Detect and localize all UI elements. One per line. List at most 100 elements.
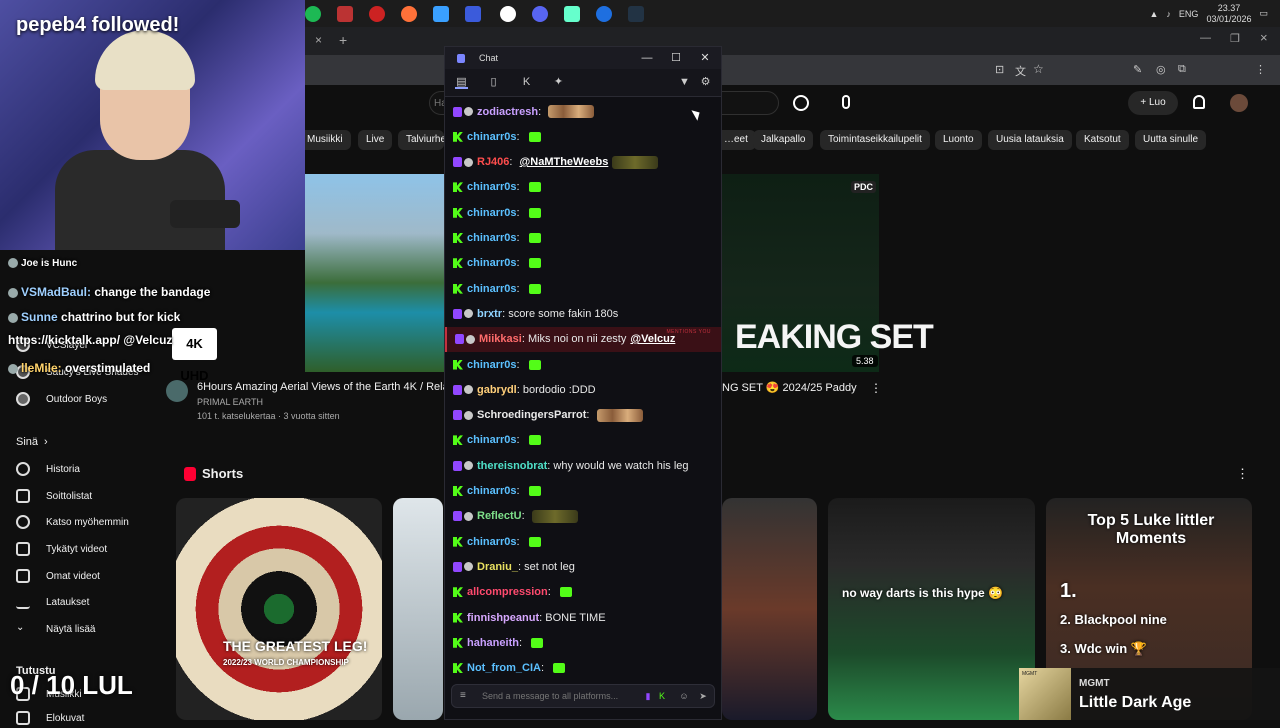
chip-winter-sports[interactable]: Talviurheilu bbox=[398, 130, 444, 150]
chat-message-list[interactable]: zodiactresh: chinarr0s: RJ406: @NaMTheWe… bbox=[445, 97, 721, 682]
bell-icon[interactable] bbox=[1193, 95, 1205, 109]
chat-username[interactable]: chinarr0s bbox=[467, 207, 517, 219]
chat-message[interactable]: chinarr0s: bbox=[445, 352, 721, 377]
chip-nature[interactable]: Luonto bbox=[935, 130, 982, 150]
chat-message[interactable]: Miikkasi: Miks noi on nii zesty@VelcuzME… bbox=[445, 327, 721, 352]
video-title[interactable]: 6Hours Amazing Aerial Views of the Earth… bbox=[197, 381, 449, 393]
sidebar-item-films[interactable]: Elokuvat bbox=[16, 708, 84, 728]
chat-username[interactable]: chinarr0s bbox=[467, 485, 517, 497]
chat-message[interactable]: finnishpeanut: BONE TIME bbox=[445, 605, 721, 630]
kick-tab-icon[interactable]: K bbox=[520, 76, 533, 89]
chat-message[interactable]: allcompression: bbox=[445, 580, 721, 605]
obs-icon[interactable] bbox=[369, 6, 385, 22]
sidebar-heading-you[interactable]: Sinä› bbox=[16, 432, 48, 452]
chat-message[interactable]: chinarr0s: bbox=[445, 428, 721, 453]
chat-username[interactable]: chinarr0s bbox=[467, 283, 517, 295]
chat-app-icon[interactable] bbox=[465, 6, 481, 22]
minimize-button[interactable]: — bbox=[633, 47, 661, 69]
filter-icon[interactable]: ▼ bbox=[678, 76, 691, 89]
chat-titlebar[interactable]: Chat — ☐ ✕ bbox=[445, 47, 721, 69]
language-indicator[interactable]: ENG bbox=[1179, 9, 1199, 19]
chat-message[interactable]: SchroedingersParrot: bbox=[445, 403, 721, 428]
chat-message[interactable]: Draniu_: set not leg bbox=[445, 554, 721, 579]
chat-message[interactable]: gabrydl: bordodio :DDD bbox=[445, 377, 721, 402]
clock[interactable]: 23.37 03/01/2026 bbox=[1206, 3, 1251, 25]
install-icon[interactable]: ⊡ bbox=[995, 63, 1004, 76]
short-card[interactable] bbox=[722, 498, 817, 720]
maximize-icon[interactable]: ❐ bbox=[1230, 32, 1240, 45]
chat-username[interactable]: chinarr0s bbox=[467, 359, 517, 371]
chat-username[interactable]: gabrydl bbox=[477, 384, 517, 396]
chat-message[interactable]: chinarr0s: bbox=[445, 226, 721, 251]
channel-avatar[interactable] bbox=[166, 380, 188, 402]
chip-new-uploads[interactable]: Uusia latauksia bbox=[988, 130, 1072, 150]
chat-message[interactable]: hahaneith: bbox=[445, 630, 721, 655]
translate-icon[interactable]: 文 bbox=[1015, 63, 1026, 79]
chat-message[interactable]: chinarr0s: bbox=[445, 124, 721, 149]
menu-icon[interactable]: ≡ bbox=[460, 691, 470, 701]
chat-mention[interactable]: @NaMTheWeebs bbox=[520, 156, 609, 168]
menu-dots-icon[interactable]: ⋮ bbox=[1255, 63, 1266, 76]
sidebar-item-your-videos[interactable]: Omat videot bbox=[16, 566, 100, 586]
chat-message[interactable]: chinarr0s: bbox=[445, 276, 721, 301]
chat-message[interactable]: brxtr: score some fakin 180s bbox=[445, 301, 721, 326]
extension-icon[interactable]: ✎ bbox=[1133, 63, 1142, 76]
maximize-button[interactable]: ☐ bbox=[662, 47, 690, 69]
chat-username[interactable]: chinarr0s bbox=[467, 131, 517, 143]
sidebar-item-outdoor-boys[interactable]: Outdoor Boys bbox=[16, 389, 107, 409]
gear-icon[interactable]: ⚙ bbox=[699, 76, 712, 89]
chat-message[interactable]: Not_from_CIA: bbox=[445, 656, 721, 681]
chip-music[interactable]: Musiikki bbox=[299, 130, 351, 150]
discord-icon[interactable] bbox=[532, 6, 548, 22]
chat-username[interactable]: chinarr0s bbox=[467, 434, 517, 446]
search-icon[interactable] bbox=[793, 95, 809, 111]
emoji-icon[interactable]: ☺ bbox=[678, 690, 690, 702]
more-options-icon[interactable]: ⋮ bbox=[870, 381, 882, 395]
chat-message[interactable]: ReflectU: bbox=[445, 504, 721, 529]
chat-username[interactable]: Draniu_ bbox=[477, 561, 518, 573]
chip-live[interactable]: Live bbox=[358, 130, 392, 150]
chat-username[interactable]: ReflectU bbox=[477, 510, 522, 522]
sidebar-item-liked[interactable]: Tykätyt videot bbox=[16, 539, 107, 559]
twitch-tab-icon[interactable]: ▯ bbox=[487, 76, 500, 89]
chip-watched[interactable]: Katsotut bbox=[1076, 130, 1129, 150]
chat-username[interactable]: chinarr0s bbox=[467, 181, 517, 193]
tab-close-icon[interactable]: × bbox=[315, 33, 322, 47]
chat-username[interactable]: chinarr0s bbox=[467, 232, 517, 244]
firefox-icon[interactable] bbox=[401, 6, 417, 22]
chat-message[interactable]: chinarr0s: bbox=[445, 479, 721, 504]
chat-username[interactable]: brxtr bbox=[477, 308, 502, 320]
twitch-toggle-icon[interactable]: ▮ bbox=[642, 690, 654, 702]
sidebar-item-watch-later[interactable]: Katso myöhemmin bbox=[16, 512, 129, 532]
close-button[interactable]: ✕ bbox=[691, 47, 719, 69]
more-options-icon[interactable]: ⋮ bbox=[1236, 466, 1249, 482]
short-card[interactable]: THE GREATEST LEG! 2022/23 WORLD CHAMPION… bbox=[176, 498, 382, 720]
channel-name[interactable]: PRIMAL EARTH bbox=[197, 397, 263, 407]
new-tab-icon[interactable]: + bbox=[339, 32, 347, 48]
close-icon[interactable]: × bbox=[1260, 30, 1268, 45]
chat-username[interactable]: allcompression bbox=[467, 586, 548, 598]
chat-username[interactable]: chinarr0s bbox=[467, 257, 517, 269]
chat-message[interactable]: thereisnobrat: why would we watch his le… bbox=[445, 453, 721, 478]
volume-icon[interactable]: ♪ bbox=[1166, 9, 1171, 19]
chat-message[interactable]: zodiactresh: bbox=[445, 99, 721, 124]
notification-icon[interactable]: ▭ bbox=[1259, 8, 1268, 19]
chat-message[interactable]: RJ406: @NaMTheWeebs bbox=[445, 150, 721, 175]
chat-username[interactable]: RJ406 bbox=[477, 156, 509, 168]
app-icon[interactable] bbox=[564, 6, 580, 22]
spotify-icon[interactable] bbox=[305, 6, 321, 22]
chat-username[interactable]: hahaneith bbox=[467, 637, 519, 649]
thunderbird-icon[interactable] bbox=[596, 6, 612, 22]
chat-message[interactable]: chinarr0s: bbox=[445, 529, 721, 554]
chat-username[interactable]: Miikkasi bbox=[479, 333, 522, 345]
short-card[interactable] bbox=[393, 498, 443, 720]
short-card[interactable]: no way darts is this hype 😳 bbox=[828, 498, 1035, 720]
chip-action-adventure[interactable]: Toimintaseikkailupelit bbox=[820, 130, 930, 150]
sidebar-item-downloads[interactable]: Lataukset bbox=[16, 592, 89, 612]
app-c-icon[interactable] bbox=[433, 6, 449, 22]
chat-username[interactable]: finnishpeanut bbox=[467, 612, 539, 624]
sidebar-item-history[interactable]: Historia bbox=[16, 459, 80, 479]
send-icon[interactable]: ➤ bbox=[697, 690, 709, 702]
chat-message-input[interactable] bbox=[482, 685, 642, 707]
avatar[interactable] bbox=[1230, 94, 1248, 112]
